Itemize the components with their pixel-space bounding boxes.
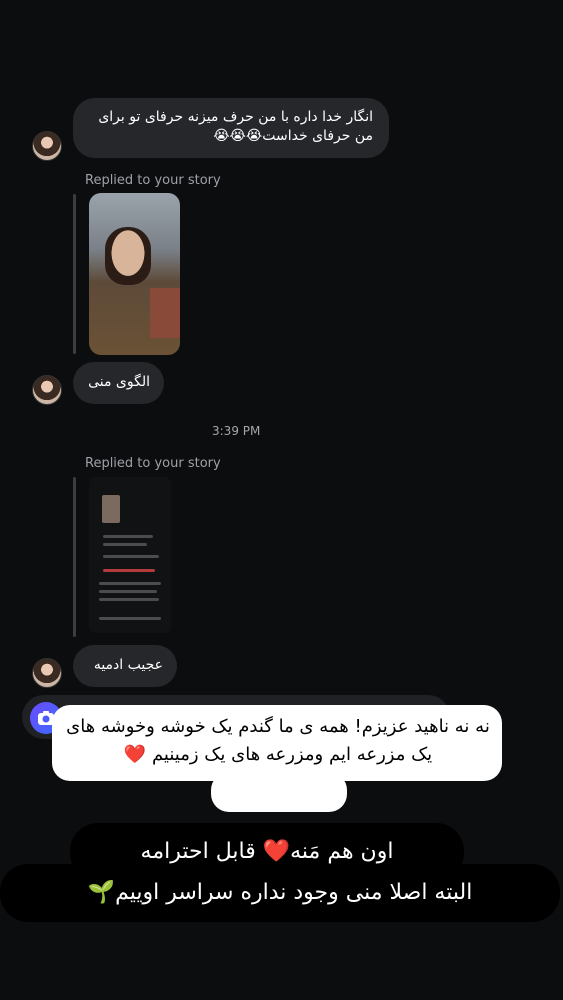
message-bubble[interactable]: الگوی منی [73, 362, 164, 404]
message-text: عجیب ادمیه [93, 657, 163, 673]
story-caption-box-tail [211, 772, 347, 812]
avatar[interactable] [32, 658, 62, 688]
story-text-line-1-label: اون هم مَنه❤️ قابل احترامه [140, 839, 394, 864]
story-screenshot-thumbnail[interactable] [89, 477, 171, 633]
screenshot-line [103, 569, 155, 572]
replied-to-story-label: Replied to your story [85, 173, 221, 188]
reply-quote-bar [73, 477, 76, 637]
reply-quote-bar [73, 194, 76, 354]
message-text: الگوی منی [88, 374, 150, 390]
screenshot-line [103, 555, 159, 558]
story-text-line-2: البته اصلا منی وجود نداره سراسر اوییم🌱 [0, 864, 560, 922]
screenshot-line [99, 582, 161, 585]
story-background-house [150, 288, 180, 338]
story-caption-text: نه نه ناهید عزیزم! همه ی ما گندم یک خوشه… [66, 716, 490, 765]
message-bubble[interactable]: عجیب ادمیه [73, 645, 177, 687]
screenshot-line [99, 617, 161, 620]
screenshot-line [99, 598, 159, 601]
timestamp: 3:39 PM [212, 424, 261, 438]
story-person [105, 227, 151, 285]
message-bubble[interactable]: انگار خدا داره با من حرف میزنه حرفای تو … [73, 98, 389, 158]
replied-to-story-label: Replied to your story [85, 456, 221, 471]
screenshot-line [103, 543, 147, 546]
story-thumbnail[interactable] [89, 193, 180, 355]
avatar[interactable] [32, 131, 62, 161]
story-screen: { "messages": { "m1": "انگار خدا داره با… [0, 0, 563, 1000]
story-text-line-2-label: البته اصلا منی وجود نداره سراسر اوییم🌱 [87, 880, 473, 905]
avatar[interactable] [32, 375, 62, 405]
screenshot-line [103, 535, 153, 538]
message-text: انگار خدا داره با من حرف میزنه حرفای تو … [98, 109, 373, 144]
screenshot-line [99, 590, 157, 593]
screenshot-image [102, 495, 120, 523]
